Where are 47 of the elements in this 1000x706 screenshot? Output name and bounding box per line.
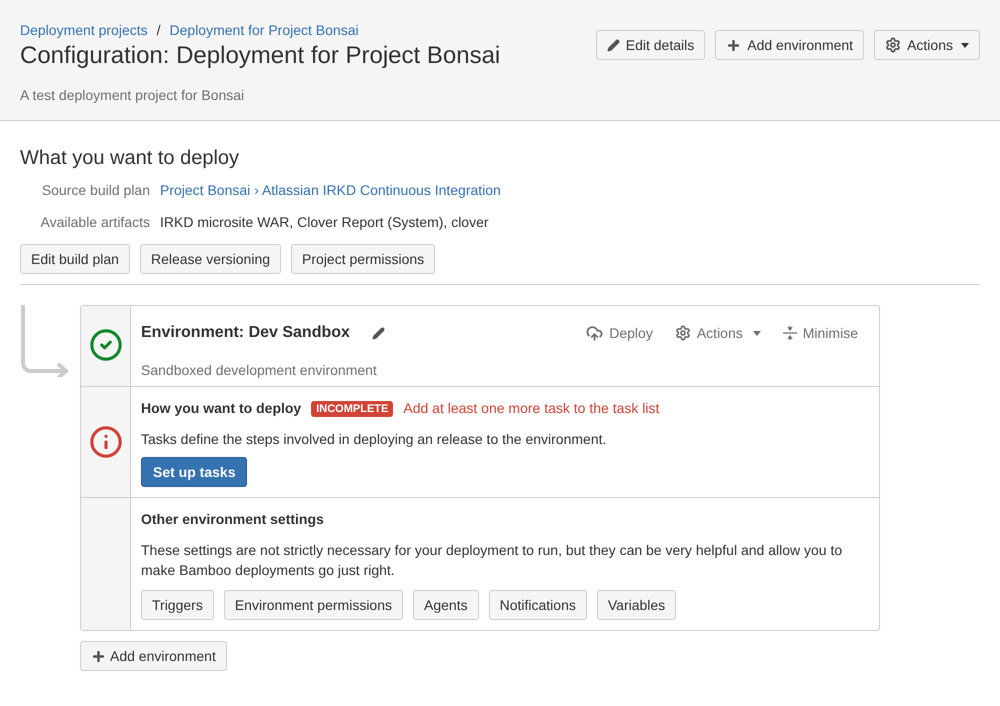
settings-description: These settings are not strictly necessary for your deployment to run, but they can be very helpful and allow you to make Bamboo deployments go just right. [141,541,844,580]
header-button[interactable]: Edit details [596,30,706,60]
flow-arrow-icon [20,305,70,377]
button[interactable]: Environment permissions [224,590,403,620]
field-label: Available artifacts [40,213,150,232]
minimise-icon [782,326,797,340]
breadcrumb-link[interactable]: Deployment for Project Bonsai [170,20,359,41]
settings-description: Tasks define the steps involved in deploying an release to the environment. [141,430,608,449]
button[interactable]: Edit build plan [20,244,130,274]
caret-icon [961,42,969,48]
breadcrumb-link[interactable]: Deployment projects [20,20,148,41]
section-heading: What you want to deploy [20,146,240,170]
source-plan-link[interactable]: Project Bonsai › Atlassian IRKD Continuous Integration [160,180,501,201]
cloud-upload-icon [586,324,604,342]
add-environment-button[interactable]: Add environment [80,641,227,671]
breadcrumb-separator: / [156,21,161,40]
set-up-tasks-button[interactable]: Set up tasks [141,457,248,487]
button[interactable]: Project permissions [291,244,436,274]
environment-action-button[interactable]: Actions [674,322,761,344]
page-title: Configuration: Deployment for Project Bonsai [20,41,500,71]
caret-icon [752,330,761,336]
environment-action-button[interactable]: Minimise [782,322,858,344]
settings-icon [885,37,902,53]
incomplete-badge: INCOMPLETE [311,400,394,416]
button[interactable]: Notifications [488,590,587,620]
button[interactable]: Agents [413,590,479,620]
plus-icon [91,648,106,664]
settings-icon [674,325,691,341]
button[interactable]: Variables [596,590,676,620]
environment-description: Sandboxed development environment [141,361,378,380]
environment-action-button[interactable]: Deploy [586,322,653,344]
field-label: Source build plan [40,181,150,200]
field-value: IRKD microsite WAR, Clover Report (System), clover [160,213,489,232]
settings-heading: How you want to deploy [141,399,302,418]
environment-title: Environment: Dev Sandbox [141,323,350,343]
plus-icon [726,38,742,52]
project-description: A test deployment project for Bonsai [20,86,246,105]
settings-heading: Other environment settings [141,510,324,529]
info-circle-icon [88,425,122,459]
header-button[interactable]: Add environment [715,30,864,60]
actions-dropdown-button[interactable]: Actions [874,30,980,60]
pencil-icon[interactable] [372,326,385,340]
button[interactable]: Release versioning [140,244,282,274]
button[interactable]: Triggers [141,590,214,620]
check-circle-icon [88,328,122,362]
warning-message: Add at least one more task to the task list [403,399,660,418]
pencil-icon [606,38,620,52]
